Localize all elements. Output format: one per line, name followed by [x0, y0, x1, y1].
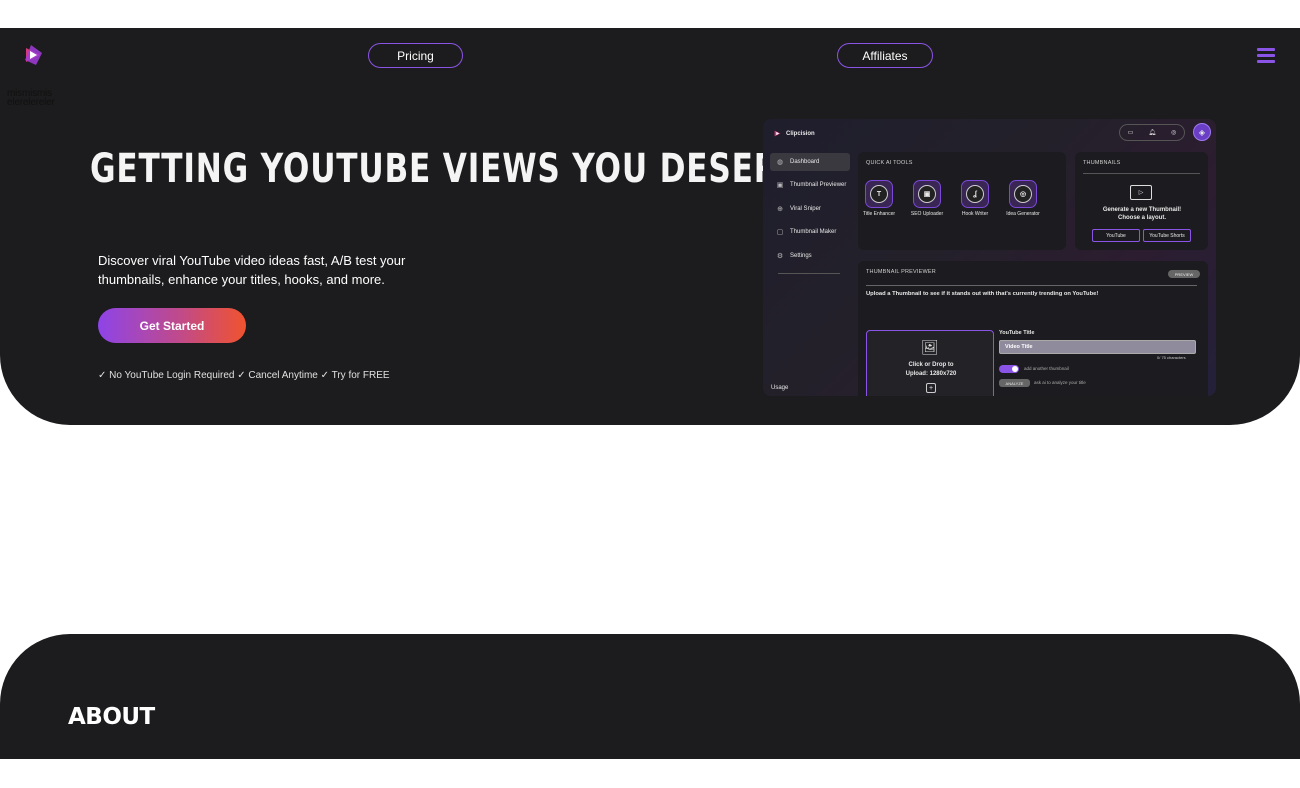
clipcision-logo-icon[interactable]: [22, 44, 44, 66]
tool-label: Hook Writer: [961, 211, 989, 217]
sidebar-label: Thumbnail Maker: [790, 229, 837, 236]
preview-brand-name: Clipcision: [786, 130, 815, 137]
quick-ai-tools-card: QUICK AI TOOLS T Title Enhancer ▣ SEO Up…: [858, 152, 1066, 250]
get-started-button[interactable]: Get Started: [98, 308, 246, 343]
image-icon: ▣: [776, 182, 784, 190]
thumbnails-card: THUMBNAILS ▷ Generate a new Thumbnail! C…: [1075, 152, 1208, 250]
youtube-title-input: Video Title: [999, 340, 1196, 354]
sidebar-label: Settings: [790, 252, 812, 259]
bell-icon: 🔔︎: [1148, 130, 1156, 136]
quick-ai-tools-list: T Title Enhancer ▣ SEO Uploader ʆ Hook W…: [862, 180, 1040, 217]
ask-ai-text: ask ai to analyze your title: [1034, 380, 1086, 385]
plus-icon: +: [926, 383, 936, 393]
tool-idea-generator: ◎ Idea Generator: [1006, 180, 1040, 217]
youtube-layout-button: YouTube: [1092, 229, 1140, 242]
globe-icon: ◍: [776, 159, 784, 166]
headset-icon: ◎: [1171, 130, 1177, 136]
add-thumbnail-toggle: [999, 365, 1019, 373]
preview-avatar: ◈: [1193, 123, 1211, 141]
tool-hook-writer: ʆ Hook Writer: [960, 180, 990, 217]
garbled-text: mismismis elerelereler: [7, 88, 55, 108]
quick-ai-tools-title: QUICK AI TOOLS: [866, 160, 913, 166]
affiliates-link[interactable]: Affiliates: [837, 43, 933, 68]
preview-sidebar-dashboard: ◍ Dashboard: [770, 153, 850, 171]
youtube-shorts-layout-button: YouTube Shorts: [1143, 229, 1191, 242]
seo-uploader-icon: ▣: [918, 185, 936, 203]
preview-sidebar: ◍ Dashboard ▣ Thumbnail Previewer ⊕ Vira…: [770, 153, 850, 274]
youtube-title-label: YouTube Title: [999, 330, 1035, 336]
sidebar-label: Thumbnail Previewer: [790, 182, 847, 189]
hook-writer-icon: ʆ: [966, 185, 984, 203]
hero-headline: GETTING YOUTUBE VIEWS YOU DESERVE: [90, 146, 826, 192]
pricing-link[interactable]: Pricing: [368, 43, 463, 68]
preview-sidebar-thumbnail-maker: ▢ Thumbnail Maker: [770, 223, 850, 241]
thumbnails-divider: [1083, 173, 1200, 174]
sidebar-label: Viral Sniper: [790, 205, 821, 212]
title-enhancer-icon: T: [870, 185, 888, 203]
add-thumbnail-text: add another thumbnail: [1024, 366, 1069, 371]
generate-thumbnail-text: Generate a new Thumbnail! Choose a layou…: [1102, 207, 1182, 221]
video-add-icon: ▷: [1130, 185, 1152, 200]
gear-icon: ⚙: [776, 252, 784, 260]
analyze-button: ANALYZE: [999, 379, 1030, 387]
card-icon: ▭: [1127, 130, 1134, 136]
crosshair-icon: ⊕: [777, 205, 783, 213]
sidebar-divider: [778, 272, 840, 274]
preview-logo-icon: [774, 130, 781, 137]
tool-label: SEO Uploader: [910, 211, 944, 217]
thumbnails-title: THUMBNAILS: [1083, 160, 1121, 166]
upload-dropzone: 🖼︎ Click or Drop to Upload: 1280x720 +: [866, 330, 994, 396]
char-count: 0/ 75 characters: [1157, 355, 1186, 360]
previewer-description: Upload a Thumbnail to see if it stands o…: [866, 291, 1099, 297]
preview-usage-label: Usage: [771, 385, 789, 391]
monitor-icon: ▢: [776, 229, 784, 237]
preview-top-icons: ▭ 🔔︎ ◎: [1119, 124, 1185, 141]
about-title: ABOUT: [68, 704, 155, 730]
hero-subtitle: Discover viral YouTube video ideas fast,…: [98, 253, 406, 287]
preview-brand: Clipcision: [773, 129, 815, 138]
tool-label: Title Enhancer: [862, 211, 896, 217]
tool-seo-uploader: ▣ SEO Uploader: [910, 180, 944, 217]
preview-sidebar-settings: ⚙ Settings: [770, 247, 850, 265]
upload-text: Click or Drop to Upload: 1280x720: [905, 362, 957, 377]
preview-badge: PREVIEW: [1168, 270, 1200, 278]
thumbnail-previewer-title: THUMBNAIL PREVIEWER: [866, 269, 936, 275]
dashboard-preview-image: Clipcision ▭ 🔔︎ ◎ ◈ ◍ Dashboard ▣ Thumbn…: [763, 119, 1216, 396]
hero-section: mismismis elerelereler Pricing Affiliate…: [0, 28, 1300, 425]
preview-sidebar-thumbnail-previewer: ▣ Thumbnail Previewer: [770, 176, 850, 194]
image-stack-icon: 🖼︎: [921, 339, 939, 355]
thumbnail-previewer-card: THUMBNAIL PREVIEWER PREVIEW Upload a Thu…: [858, 261, 1208, 396]
tool-label: Idea Generator: [1006, 211, 1040, 217]
hamburger-menu-icon[interactable]: [1257, 48, 1275, 63]
hero-perks: ✓ No YouTube Login Required ✓ Cancel Any…: [98, 370, 390, 381]
sidebar-label: Dashboard: [790, 159, 820, 165]
idea-generator-icon: ◎: [1014, 185, 1032, 203]
tool-title-enhancer: T Title Enhancer: [862, 180, 896, 217]
about-section: ABOUT: [0, 634, 1300, 759]
previewer-divider: [866, 285, 1197, 286]
preview-sidebar-viral-sniper: ⊕ Viral Sniper: [770, 200, 850, 218]
